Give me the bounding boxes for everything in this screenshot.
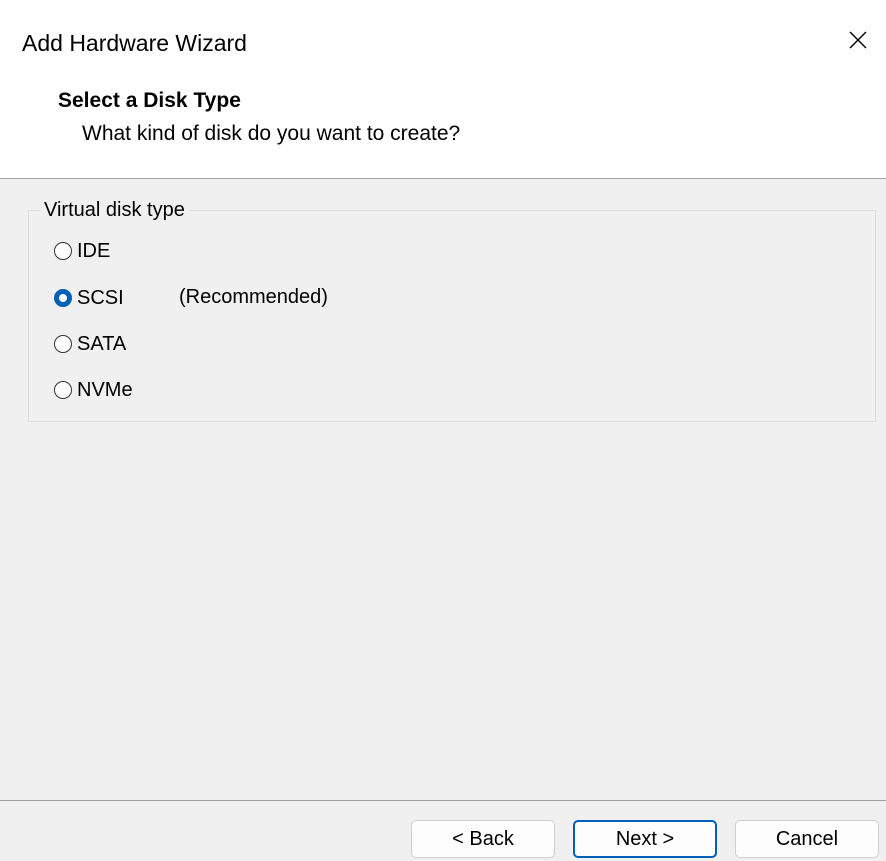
page-subtitle: What kind of disk do you want to create? [82, 122, 461, 145]
radio-button-sata[interactable] [54, 335, 72, 353]
title-bar: Add Hardware Wizard [0, 0, 886, 82]
radio-label-sata: SATA [77, 332, 127, 355]
group-legend: Virtual disk type [40, 199, 189, 222]
wizard-header: Select a Disk Type What kind of disk do … [0, 82, 886, 179]
radio-ide[interactable]: IDE [54, 236, 110, 266]
radio-button-scsi[interactable] [54, 289, 72, 307]
radio-sata[interactable]: SATA [54, 329, 126, 359]
radio-button-nvme[interactable] [54, 381, 72, 399]
radio-button-ide[interactable] [54, 242, 72, 260]
close-icon [849, 31, 867, 49]
virtual-disk-type-group: Virtual disk type IDE SCSI (Recommended)… [28, 199, 876, 422]
recommended-note: (Recommended) [179, 286, 328, 308]
close-button[interactable] [830, 12, 886, 68]
wizard-content: Virtual disk type IDE SCSI (Recommended)… [0, 179, 886, 800]
radio-label-nvme: NVMe [77, 378, 133, 401]
window-title: Add Hardware Wizard [22, 30, 247, 56]
next-button[interactable]: Next > [573, 820, 717, 858]
back-button[interactable]: < Back [411, 820, 555, 858]
radio-scsi[interactable]: SCSI [54, 283, 124, 313]
radio-label-scsi: SCSI [77, 286, 124, 309]
wizard-footer: < Back Next > Cancel [0, 800, 886, 861]
cancel-button[interactable]: Cancel [735, 820, 879, 858]
radio-nvme[interactable]: NVMe [54, 375, 133, 405]
add-hardware-wizard-window: Add Hardware Wizard Select a Disk Type W… [0, 0, 886, 861]
page-title: Select a Disk Type [58, 89, 241, 112]
radio-label-ide: IDE [77, 239, 111, 262]
